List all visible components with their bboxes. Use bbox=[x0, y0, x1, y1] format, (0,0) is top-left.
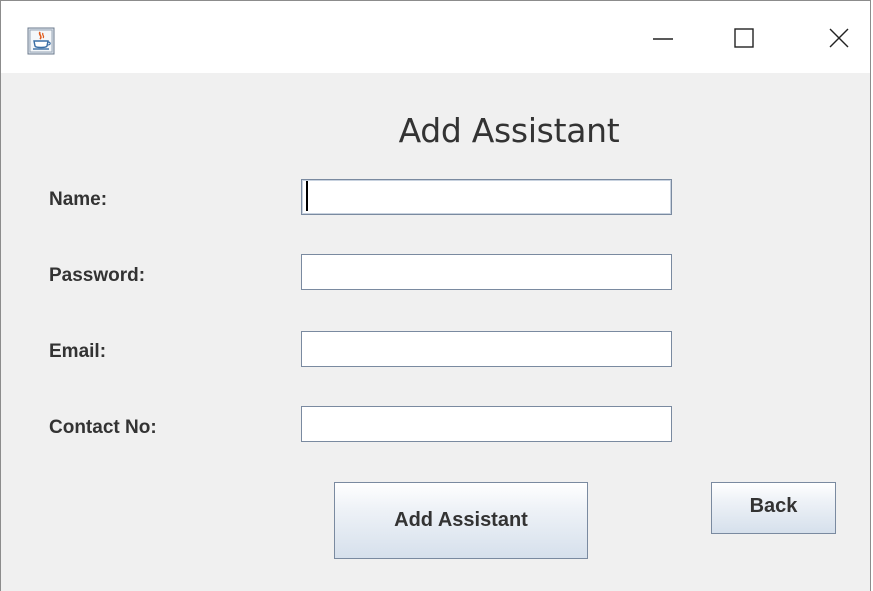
email-label: Email: bbox=[49, 341, 107, 362]
name-input[interactable] bbox=[301, 179, 672, 215]
close-icon bbox=[828, 27, 850, 49]
form-panel: Add Assistant Name: Password: Email: Con… bbox=[1, 73, 870, 591]
password-label: Password: bbox=[49, 265, 146, 286]
java-coffee-cup-icon[interactable] bbox=[27, 27, 55, 55]
add-assistant-button[interactable]: Add Assistant bbox=[334, 482, 588, 559]
email-input[interactable] bbox=[301, 331, 672, 367]
maximize-icon bbox=[733, 27, 755, 49]
contact-no-input[interactable] bbox=[301, 406, 672, 442]
maximize-button[interactable] bbox=[714, 13, 774, 63]
back-button[interactable]: Back bbox=[711, 482, 836, 534]
text-caret bbox=[306, 181, 308, 211]
close-button[interactable] bbox=[809, 13, 869, 63]
contact-no-label: Contact No: bbox=[49, 417, 157, 438]
page-title: Add Assistant bbox=[398, 111, 620, 150]
password-input[interactable] bbox=[301, 254, 672, 290]
app-window: Add Assistant Name: Password: Email: Con… bbox=[0, 0, 871, 591]
minimize-icon bbox=[652, 27, 674, 49]
title-bar[interactable] bbox=[1, 1, 870, 73]
minimize-button[interactable] bbox=[633, 13, 693, 63]
name-label: Name: bbox=[49, 189, 108, 210]
